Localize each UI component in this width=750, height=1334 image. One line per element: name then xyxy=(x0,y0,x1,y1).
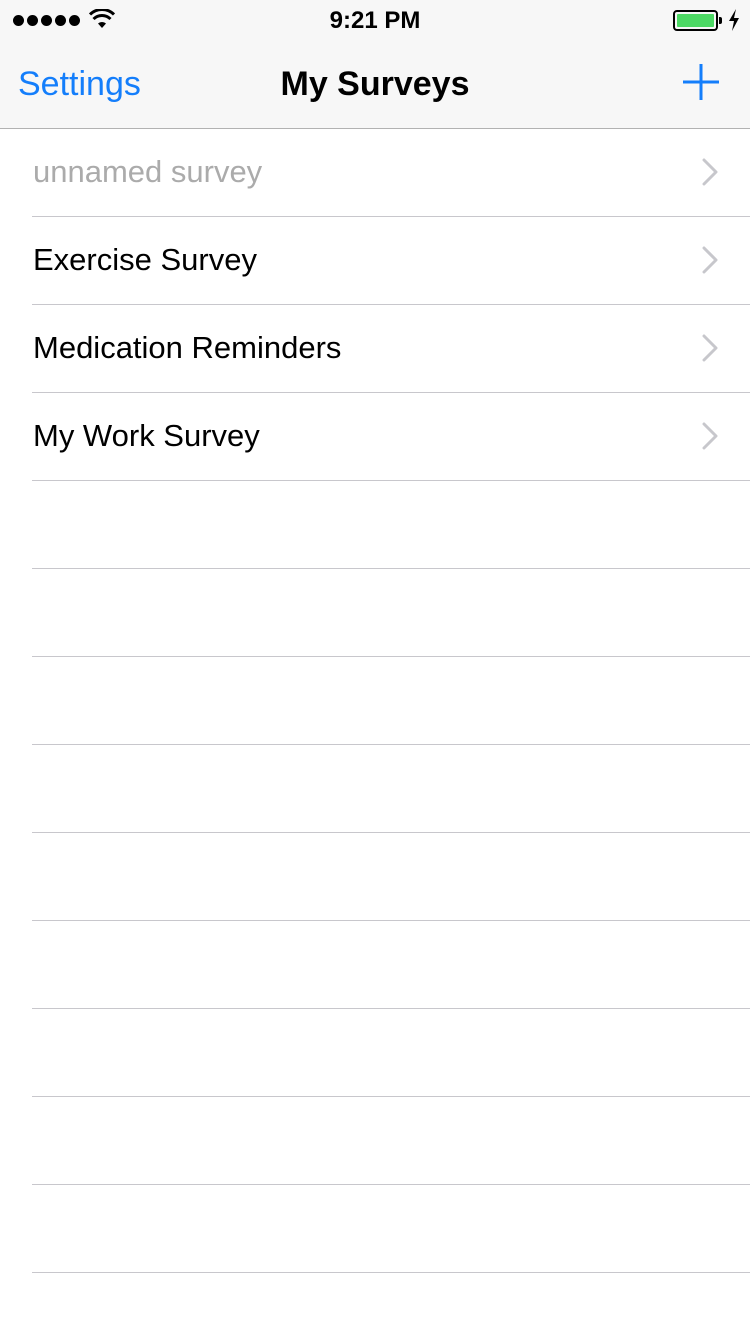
battery-fill xyxy=(677,14,714,27)
empty-row xyxy=(0,745,750,833)
screen: 9:21 PM Settings My Surveys unnamed surv… xyxy=(0,0,750,1334)
navigation-bar: Settings My Surveys xyxy=(0,40,750,129)
survey-row-label: unnamed survey xyxy=(33,154,263,189)
empty-row xyxy=(0,569,750,657)
empty-row xyxy=(0,481,750,569)
empty-row xyxy=(0,657,750,745)
survey-row-label: My Work Survey xyxy=(33,418,260,453)
survey-row[interactable]: unnamed survey xyxy=(0,129,750,217)
chevron-right-icon xyxy=(702,334,718,362)
chevron-right-icon xyxy=(702,158,718,186)
empty-row xyxy=(0,1009,750,1097)
survey-row[interactable]: Exercise Survey xyxy=(0,217,750,305)
status-bar: 9:21 PM xyxy=(0,0,750,40)
survey-row-label: Exercise Survey xyxy=(33,242,257,277)
top-chrome: 9:21 PM Settings My Surveys xyxy=(0,0,750,129)
empty-row xyxy=(0,1097,750,1185)
chevron-right-icon xyxy=(702,246,718,274)
empty-row xyxy=(0,833,750,921)
empty-row xyxy=(0,921,750,1009)
empty-row xyxy=(0,1185,750,1273)
survey-list: unnamed survey Exercise Survey Medication … xyxy=(0,129,750,1273)
survey-row-label: Medication Reminders xyxy=(33,330,342,365)
status-time: 9:21 PM xyxy=(329,7,421,34)
charging-bolt-icon xyxy=(729,9,739,31)
battery-icon xyxy=(673,10,722,31)
page-title: My Surveys xyxy=(280,65,470,103)
survey-row[interactable]: Medication Reminders xyxy=(0,305,750,393)
plus-icon xyxy=(683,64,719,100)
chevron-right-icon xyxy=(702,422,718,450)
add-survey-button[interactable] xyxy=(680,62,722,104)
survey-row[interactable]: My Work Survey xyxy=(0,393,750,481)
